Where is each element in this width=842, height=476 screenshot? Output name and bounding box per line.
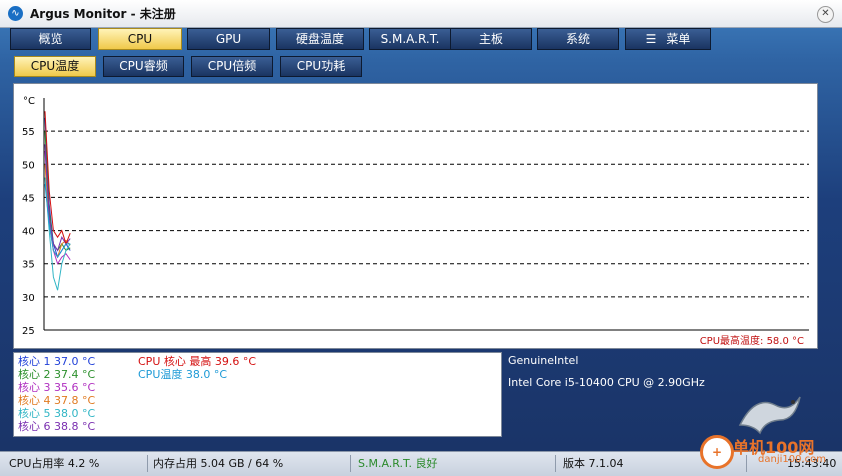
core-temp-list: 核心 1 37.0 °C 核心 2 37.4 °C 核心 3 35.6 °C 核心 4… [18,355,95,433]
cpu-summary-1: CPU 核心 最高 39.6 °C [138,355,257,368]
y-tick-label: 50 [22,160,35,171]
subtab-cpu-power[interactable]: CPU功耗 [280,56,362,77]
cpu-info: GenuineIntel Intel Core i5-10400 CPU @ 2… [508,352,705,392]
subtab-cpu-temp[interactable]: CPU温度 [14,56,96,77]
tab-hdd-temp[interactable]: 硬盘温度 [276,28,364,50]
cpu-usage: CPU占用率 4.2 % [9,457,100,470]
smart-status: S.M.A.R.T. 良好 [358,457,438,470]
watermark-logo-icon: + [700,435,734,469]
watermark: + 单机100网 danji100.com [700,432,830,475]
core-temp-3: 核心 3 35.6 °C [18,381,96,394]
app-icon: ∿ [8,6,23,21]
tab-cpu[interactable]: CPU [98,28,182,50]
window-title: Argus Monitor - 未注册 [30,7,176,21]
core-temp-2: 核心 2 37.4 °C [18,368,96,381]
tab-gpu[interactable]: GPU [187,28,270,50]
y-tick-label: 55 [22,127,35,138]
core-temp-1: 核心 1 37.0 °C [18,355,96,368]
watermark-url: danji100.com [758,454,826,465]
subtab-cpu-turbo[interactable]: CPU睿频 [103,56,184,77]
core-temp-6: 核心 6 38.8 °C [18,420,96,433]
tab-overview[interactable]: 概览 [10,28,91,50]
tab-system[interactable]: 系统 [537,28,619,50]
close-icon[interactable]: ✕ [817,6,834,23]
tab-menu[interactable]: ☰ 菜单 [625,28,711,50]
y-tick-label: 25 [22,326,35,337]
cpu-model: Intel Core i5-10400 CPU @ 2.90GHz [508,376,705,389]
tab-mainboard[interactable]: 主板 [450,28,532,50]
temperature-chart-panel: °C 25 30 35 40 45 50 55 CPU最高温度: 58.0 °C [13,83,818,349]
memory-usage: 内存占用 5.04 GB / 64 % [153,457,284,470]
app-window: ∿ Argus Monitor - 未注册 ✕ 概览 CPU GPU 硬盘温度 … [0,0,842,476]
subtab-cpu-multiplier[interactable]: CPU倍频 [191,56,273,77]
version: 版本 7.1.04 [563,457,624,470]
y-axis-unit: °C [23,96,35,107]
core-temp-5: 核心 5 38.0 °C [18,407,96,420]
max-temp-annotation: CPU最高温度: 58.0 °C [700,334,804,347]
hamburger-icon: ☰ [645,32,657,46]
sensor-legend: 核心 1 37.0 °C 核心 2 37.4 °C 核心 3 35.6 °C 核心 4… [13,352,502,437]
cpu-summary-list: CPU 核心 最高 39.6 °C CPU温度 38.0 °C [138,355,256,381]
y-tick-label: 45 [22,193,35,204]
y-tick-label: 40 [22,227,35,238]
title-bar[interactable]: ∿ Argus Monitor - 未注册 ✕ [0,0,842,28]
temperature-chart: °C 25 30 35 40 45 50 55 CPU最高温度: 58.0 °C [22,96,809,347]
cpu-vendor: GenuineIntel [508,354,579,367]
y-tick-label: 35 [22,260,35,271]
cpu-summary-2: CPU温度 38.0 °C [138,368,228,381]
tab-smart[interactable]: S.M.A.R.T. [369,28,451,50]
core-temp-4: 核心 4 37.8 °C [18,394,96,407]
y-tick-label: 30 [22,293,35,304]
tab-menu-label: 菜单 [666,32,691,46]
